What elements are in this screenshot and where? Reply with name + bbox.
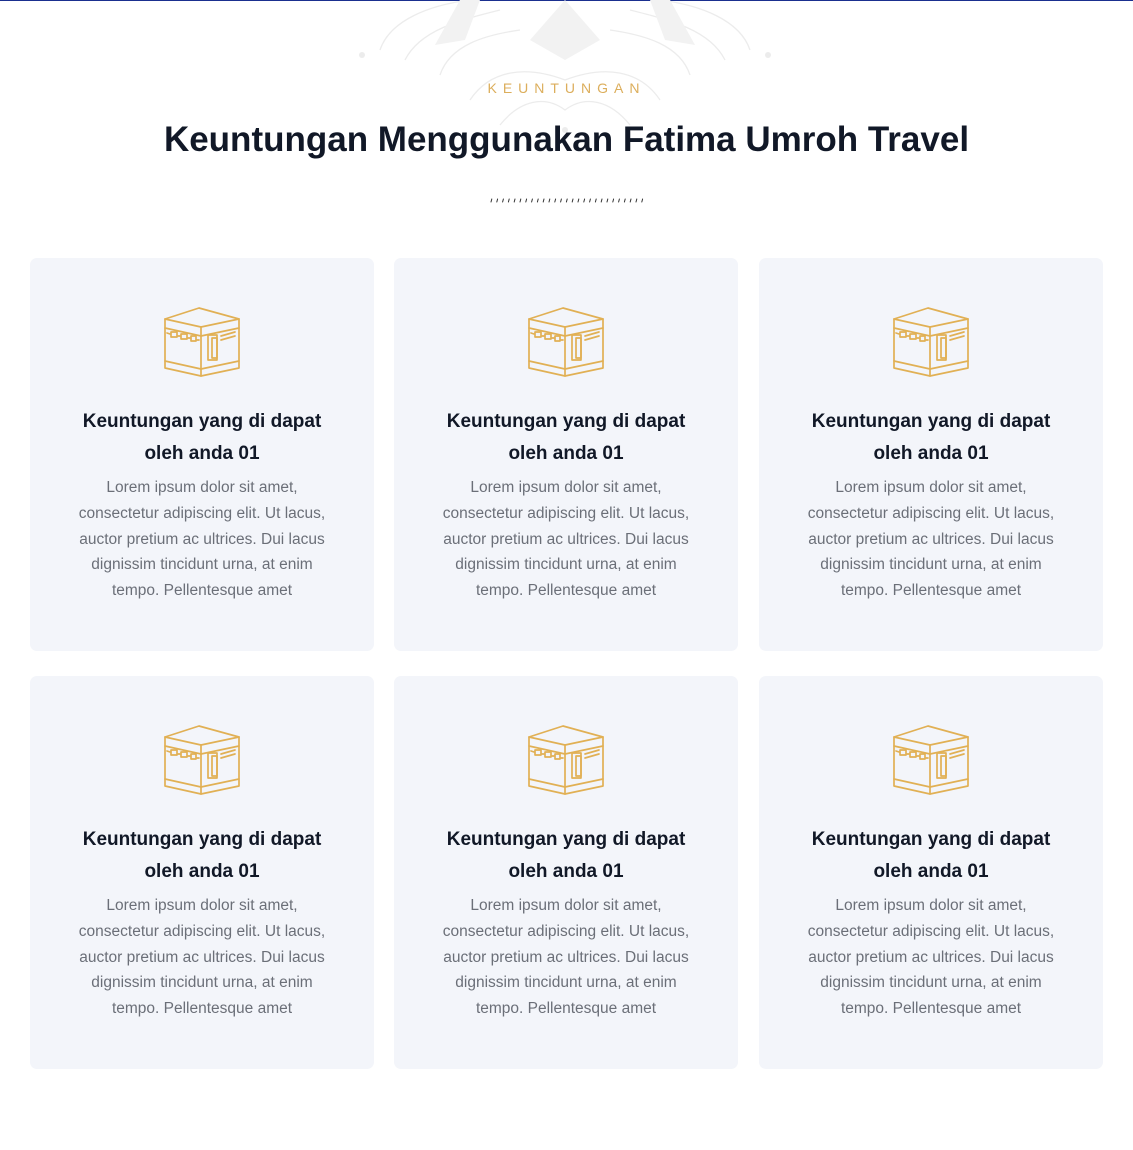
benefit-card-title-line1: Keuntungan yang di dapat	[82, 829, 322, 850]
benefit-card-title: Keuntungan yang di dapat oleh anda 01	[779, 406, 1083, 470]
benefit-card-title-line1: Keuntungan yang di dapat	[811, 829, 1051, 850]
benefit-card-description: Lorem ipsum dolor sit amet, consectetur …	[78, 479, 326, 600]
kaaba-icon	[892, 306, 970, 380]
benefit-card: Keuntungan yang di dapat oleh anda 01 Lore…	[759, 258, 1103, 651]
kaaba-icon	[527, 306, 605, 380]
mandala-ornament-icon	[359, 0, 771, 133]
kaaba-icon	[163, 306, 241, 380]
section-eyebrow: KEUNTUNGAN	[487, 80, 646, 96]
benefit-card-description: Lorem ipsum dolor sit amet, consectetur …	[807, 479, 1055, 600]
benefit-card-title-line2: oleh anda 01	[873, 861, 989, 882]
benefit-card: Keuntungan yang di dapat oleh anda 01 Lore…	[394, 676, 738, 1069]
benefit-card-description: Lorem ipsum dolor sit amet, consectetur …	[442, 479, 690, 600]
benefit-card-title: Keuntungan yang di dapat oleh anda 01	[414, 406, 718, 470]
dotted-divider-icon	[490, 198, 644, 203]
benefit-card-title-line1: Keuntungan yang di dapat	[446, 829, 686, 850]
benefit-card: Keuntungan yang di dapat oleh anda 01 Lore…	[30, 258, 374, 651]
benefit-card-description: Lorem ipsum dolor sit amet, consectetur …	[78, 897, 326, 1018]
benefit-card-description: Lorem ipsum dolor sit amet, consectetur …	[807, 897, 1055, 1018]
benefit-card-title-line2: oleh anda 01	[873, 443, 989, 464]
benefit-card-title-line2: oleh anda 01	[144, 861, 260, 882]
benefit-card-title-line1: Keuntungan yang di dapat	[811, 411, 1051, 432]
benefit-card: Keuntungan yang di dapat oleh anda 01 Lore…	[394, 258, 738, 651]
section-title: Keuntungan Menggunakan Fatima Umroh Trav…	[163, 120, 970, 159]
benefit-card-title-line1: Keuntungan yang di dapat	[446, 411, 686, 432]
kaaba-icon	[527, 724, 605, 798]
benefit-card-title-line1: Keuntungan yang di dapat	[82, 411, 322, 432]
benefit-card-title: Keuntungan yang di dapat oleh anda 01	[50, 824, 354, 888]
kaaba-icon	[163, 724, 241, 798]
benefit-card: Keuntungan yang di dapat oleh anda 01 Lore…	[30, 676, 374, 1069]
benefit-card-title: Keuntungan yang di dapat oleh anda 01	[414, 824, 718, 888]
benefit-card-title: Keuntungan yang di dapat oleh anda 01	[779, 824, 1083, 888]
benefit-card-title-line2: oleh anda 01	[144, 443, 260, 464]
benefit-card-title-line2: oleh anda 01	[508, 443, 624, 464]
benefit-card: Keuntungan yang di dapat oleh anda 01 Lore…	[759, 676, 1103, 1069]
benefit-card-title-line2: oleh anda 01	[508, 861, 624, 882]
benefit-card-title: Keuntungan yang di dapat oleh anda 01	[50, 406, 354, 470]
benefit-card-description: Lorem ipsum dolor sit amet, consectetur …	[442, 897, 690, 1018]
kaaba-icon	[892, 724, 970, 798]
